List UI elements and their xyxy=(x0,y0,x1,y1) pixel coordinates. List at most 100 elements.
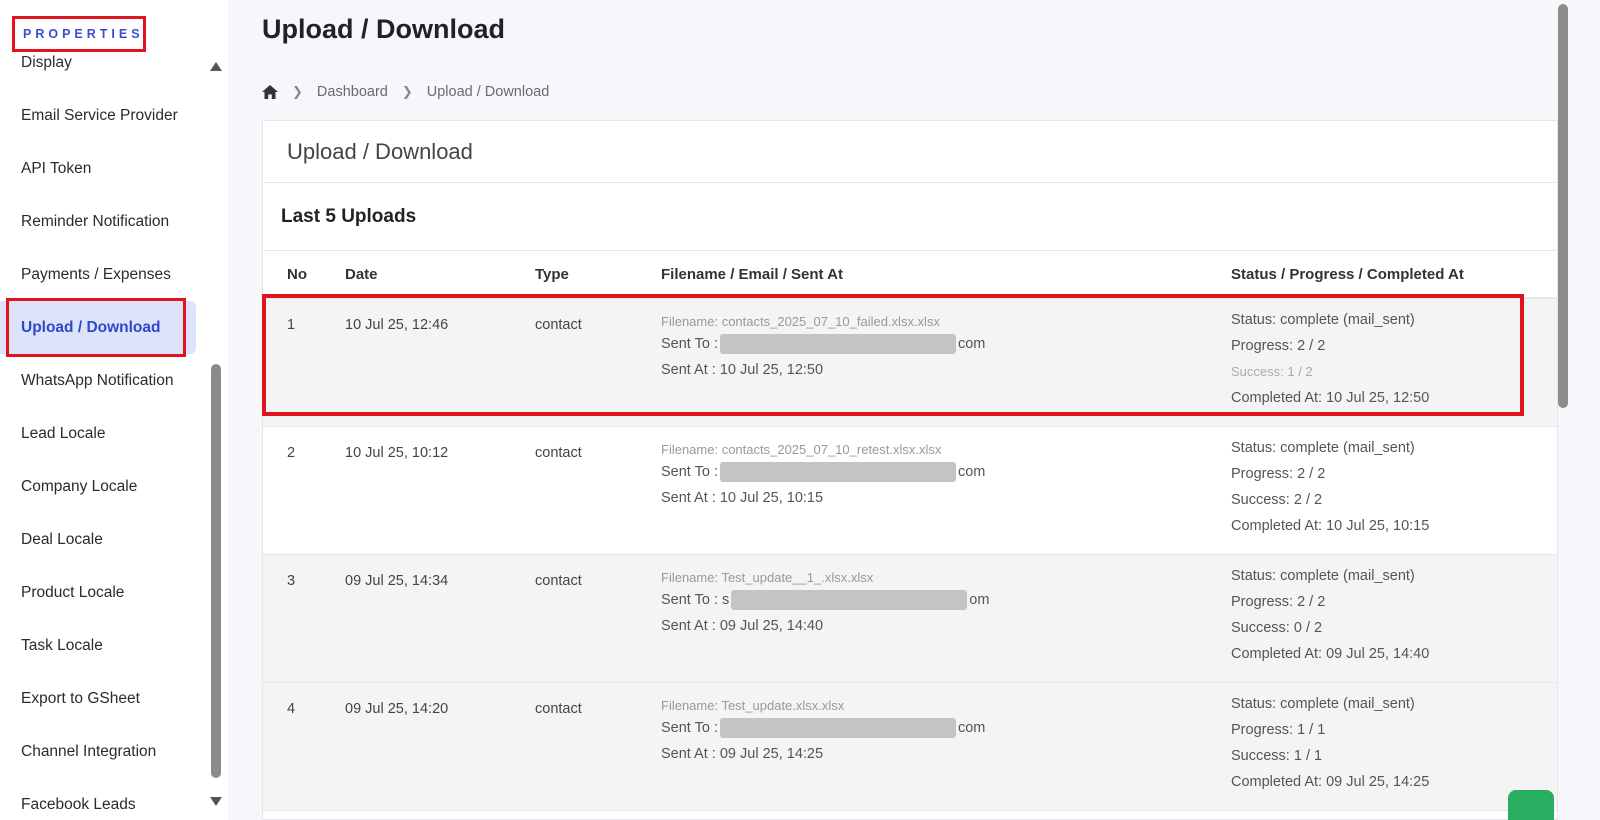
sidebar-item-label: Product Locale xyxy=(21,583,125,601)
chat-icon[interactable] xyxy=(1508,790,1554,820)
sent-to-suffix: om xyxy=(969,592,990,608)
sidebar-item-label: Channel Integration xyxy=(21,742,157,760)
row-file-info: Filename: Test_update.xlsx.xlsx Sent To … xyxy=(661,697,985,767)
row-status-info: Status: complete (mail_sent) Progress: 1… xyxy=(1231,691,1429,795)
row-sent-to: Sent To : com xyxy=(661,331,985,357)
table-header: No Date Type Filename / Email / Sent At … xyxy=(263,251,1557,299)
page-title: Upload / Download xyxy=(262,14,505,44)
scroll-down-arrow-icon[interactable] xyxy=(210,797,222,806)
row-status: Status: complete (mail_sent) xyxy=(1231,440,1415,456)
sidebar-item-company-locale[interactable]: Company Locale xyxy=(0,460,196,513)
scroll-up-arrow-icon[interactable] xyxy=(210,62,222,71)
row-file-info: Filename: Test_update__1_.xlsx.xlsx Sent… xyxy=(661,569,989,639)
row-filename: Filename: Test_update.xlsx.xlsx xyxy=(661,698,845,713)
sent-to-prefix: Sent To : xyxy=(661,464,718,480)
column-header-date: Date xyxy=(345,265,378,283)
sidebar-item-display[interactable]: Display xyxy=(0,36,196,89)
sent-to-suffix: com xyxy=(957,464,986,480)
table-row: 3 09 Jul 25, 14:34 contact Filename: Tes… xyxy=(263,555,1557,683)
sidebar-item-label: Facebook Leads xyxy=(21,795,136,813)
row-no: 4 xyxy=(287,701,296,717)
row-progress: Progress: 2 / 2 xyxy=(1231,466,1326,482)
sent-to-prefix: Sent To : xyxy=(661,336,718,352)
row-sent-at: Sent At : 10 Jul 25, 12:50 xyxy=(661,362,824,378)
sidebar-item-lead-locale[interactable]: Lead Locale xyxy=(0,407,196,460)
sidebar-item-label: Export to GSheet xyxy=(21,689,140,707)
row-sent-at: Sent At : 10 Jul 25, 10:15 xyxy=(661,490,824,506)
column-header-file: Filename / Email / Sent At xyxy=(661,265,843,283)
table-row: 4 09 Jul 25, 14:20 contact Filename: Tes… xyxy=(263,683,1557,811)
sent-to-suffix: com xyxy=(957,720,986,736)
sidebar-item-api-token[interactable]: API Token xyxy=(0,142,196,195)
row-sent-to: Sent To : com xyxy=(661,459,985,485)
row-no: 2 xyxy=(287,445,296,461)
sidebar-item-label: WhatsApp Notification xyxy=(21,371,174,389)
table-row: 1 10 Jul 25, 12:46 contact Filename: con… xyxy=(263,299,1557,427)
home-icon[interactable] xyxy=(262,85,278,99)
sidebar-item-task-locale[interactable]: Task Locale xyxy=(0,619,196,672)
table-row: 2 10 Jul 25, 10:12 contact Filename: con… xyxy=(263,427,1557,555)
row-status: Status: complete (mail_sent) xyxy=(1231,696,1415,712)
sidebar-item-reminder-notification[interactable]: Reminder Notification xyxy=(0,195,196,248)
row-status: Status: complete (mail_sent) xyxy=(1231,568,1415,584)
row-completed: Completed At: 10 Jul 25, 12:50 xyxy=(1231,390,1430,406)
row-sent-at: Sent At : 09 Jul 25, 14:40 xyxy=(661,618,824,634)
chevron-right-icon: ❯ xyxy=(401,84,413,99)
row-filename: Filename: contacts_2025_07_10_retest.xls… xyxy=(661,442,942,457)
redacted-email xyxy=(719,462,956,483)
sidebar-item-label: Lead Locale xyxy=(21,424,106,442)
sidebar-item-label: Reminder Notification xyxy=(21,212,170,230)
row-completed: Completed At: 10 Jul 25, 10:15 xyxy=(1231,518,1430,534)
row-date: 09 Jul 25, 14:34 xyxy=(345,573,449,589)
row-filename: Filename: contacts_2025_07_10_failed.xls… xyxy=(661,314,940,329)
row-sent-to: Sent To : com xyxy=(661,715,985,741)
column-header-type: Type xyxy=(535,265,569,283)
row-date: 10 Jul 25, 10:12 xyxy=(345,445,449,461)
row-sent-to: Sent To : s om xyxy=(661,587,989,613)
row-type: contact xyxy=(535,701,582,717)
row-filename: Filename: Test_update__1_.xlsx.xlsx xyxy=(661,570,874,585)
sidebar-item-label: Task Locale xyxy=(21,636,103,654)
sidebar-nav: Display Email Service Provider API Token… xyxy=(0,36,196,820)
upload-download-card: Upload / Download Last 5 Uploads No Date… xyxy=(262,120,1558,820)
row-status: Status: complete (mail_sent) xyxy=(1231,312,1415,328)
redacted-email xyxy=(719,718,956,739)
row-status-info: Status: complete (mail_sent) Progress: 2… xyxy=(1231,435,1429,539)
row-file-info: Filename: contacts_2025_07_10_failed.xls… xyxy=(661,313,985,383)
row-no: 1 xyxy=(287,317,296,333)
sidebar-scroll-thumb[interactable] xyxy=(211,364,221,778)
row-status-info: Status: complete (mail_sent) Progress: 2… xyxy=(1231,563,1429,667)
breadcrumb-dashboard[interactable]: Dashboard xyxy=(317,84,388,100)
sidebar-item-export-to-gsheet[interactable]: Export to GSheet xyxy=(0,672,196,725)
sidebar-item-facebook-leads[interactable]: Facebook Leads xyxy=(0,778,196,820)
page-scroll-thumb[interactable] xyxy=(1558,4,1568,408)
card-title: Upload / Download xyxy=(263,121,1557,183)
sent-to-suffix: com xyxy=(957,336,986,352)
sidebar-item-label: Display xyxy=(21,53,72,71)
sidebar-scrollbar[interactable] xyxy=(204,56,228,812)
page-scrollbar[interactable] xyxy=(1556,0,1570,820)
sidebar-item-label: Company Locale xyxy=(21,477,138,495)
sidebar-item-channel-integration[interactable]: Channel Integration xyxy=(0,725,196,778)
row-type: contact xyxy=(535,573,582,589)
redacted-email xyxy=(731,590,968,611)
row-status-info: Status: complete (mail_sent) Progress: 2… xyxy=(1231,307,1429,411)
sidebar-item-email-service-provider[interactable]: Email Service Provider xyxy=(0,89,196,142)
uploads-table-section: Last 5 Uploads No Date Type Filename / E… xyxy=(263,183,1557,811)
chevron-right-icon: ❯ xyxy=(292,84,303,99)
row-type: contact xyxy=(535,445,582,461)
sidebar-item-label: Payments / Expenses xyxy=(21,265,171,283)
redacted-email xyxy=(719,334,956,355)
sidebar-item-upload-download[interactable]: Upload / Download xyxy=(0,301,196,354)
sidebar-item-payments-expenses[interactable]: Payments / Expenses xyxy=(0,248,196,301)
row-date: 09 Jul 25, 14:20 xyxy=(345,701,449,717)
sidebar-item-whatsapp-notification[interactable]: WhatsApp Notification xyxy=(0,354,196,407)
breadcrumb-current: Upload / Download xyxy=(426,84,550,100)
row-type: contact xyxy=(535,317,582,333)
sidebar-item-deal-locale[interactable]: Deal Locale xyxy=(0,513,196,566)
sidebar-item-label: Deal Locale xyxy=(21,530,103,548)
row-completed: Completed At: 09 Jul 25, 14:40 xyxy=(1231,646,1430,662)
sidebar-item-product-locale[interactable]: Product Locale xyxy=(0,566,196,619)
row-success: Success: 1 / 1 xyxy=(1231,748,1323,764)
breadcrumb: ❯ Dashboard ❯ Upload / Download xyxy=(262,84,549,100)
